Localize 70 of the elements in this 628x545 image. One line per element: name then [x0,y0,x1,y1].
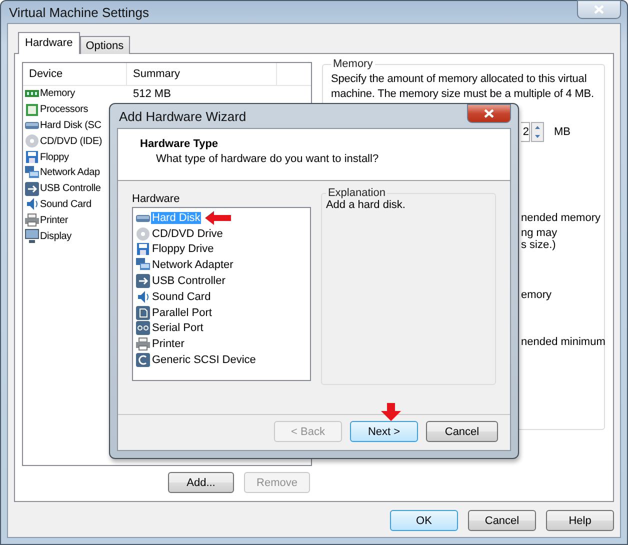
explanation-text: Add a hard disk. [326,199,406,211]
tab[interactable]: Options [80,36,130,54]
close-button[interactable] [467,104,511,122]
printer-icon [136,337,150,352]
disc-icon [25,134,39,148]
scsi-icon [136,353,150,368]
hardware-item[interactable]: Printer [151,338,186,350]
cancel-button[interactable]: Cancel [468,510,536,531]
next-button[interactable]: Next > [350,421,418,442]
speaker-icon [136,290,150,304]
memory-note: nended memory [521,211,600,225]
hardware-item[interactable]: Serial Port [151,322,204,334]
arrow-icon [381,403,401,421]
window-title: Virtual Machine Settings [9,4,149,20]
group-title: Memory [332,58,374,70]
help-button[interactable]: Help [546,510,614,531]
arrow-icon [205,210,232,225]
memory-note: emory [521,288,552,302]
port-icon [136,306,150,320]
device-cell[interactable]: Floppy [23,150,69,164]
memory-note: nended minimum [521,335,606,349]
wizard-heading: Hardware Type [140,138,220,150]
close-button[interactable] [577,0,621,18]
memory-note: ng may [521,226,558,240]
device-cell[interactable]: Memory [23,86,75,101]
ok-button[interactable]: OK [390,510,458,531]
hardware-item[interactable]: Parallel Port [151,306,213,319]
device-cell[interactable]: USB Controlle [23,182,101,196]
hardware-item[interactable]: Network Adapter [151,259,234,272]
wizard-title: Add Hardware Wizard [118,108,246,124]
usb-icon [136,274,150,288]
serial-port-icon [136,321,150,336]
close-icon [594,4,604,14]
memory-description: Specify the amount of memory allocated to this virtual machine. The memory size must be a multiple of 4 MB. [331,72,595,102]
network-icon [25,166,39,180]
list-label: Hardware [132,193,181,205]
summary-cell-text: 512 MB [132,88,172,100]
disc-icon [136,226,150,241]
device-cell[interactable]: Printer [23,213,68,228]
hardware-item[interactable]: Sound Card [151,290,212,303]
device-cell[interactable]: Display [23,229,72,244]
wizard-subheading: What type of hardware do you want to install? [155,153,380,165]
hardware-item[interactable]: CD/DVD Drive [151,228,224,240]
device-cell[interactable]: CD/DVD (IDE) [23,134,102,148]
hardware-item[interactable]: Generic SCSI Device [151,354,257,366]
add-button[interactable]: Add... [168,472,234,493]
memory-field[interactable]: 2 [521,122,530,142]
column-header[interactable]: Summary [127,63,277,85]
down-icon [535,135,540,138]
tab[interactable]: Hardware [18,32,80,54]
device-cell[interactable]: Sound Card [23,197,92,212]
hardware-item[interactable]: USB Controller [151,275,226,288]
speaker-icon [25,197,39,212]
processor-icon [25,102,39,117]
spinner[interactable] [531,122,544,142]
column-header[interactable]: Device [23,63,127,85]
printer-icon [25,213,39,228]
up-icon [535,126,540,129]
close-icon [484,108,494,118]
group-title: Explanation [326,187,386,199]
device-cell[interactable]: Hard Disk (SC [23,118,102,132]
usb-icon [25,182,39,196]
cancel-button[interactable]: Cancel [426,421,498,442]
monitor-icon [25,229,39,244]
hardware-item[interactable]: Floppy Drive [151,243,215,256]
network-icon [136,258,150,272]
device-cell[interactable]: Network Adap [23,166,100,180]
memory-note: s size.) [521,238,556,252]
unit-label: MB [554,126,570,138]
device-cell[interactable]: Processors [23,102,88,117]
